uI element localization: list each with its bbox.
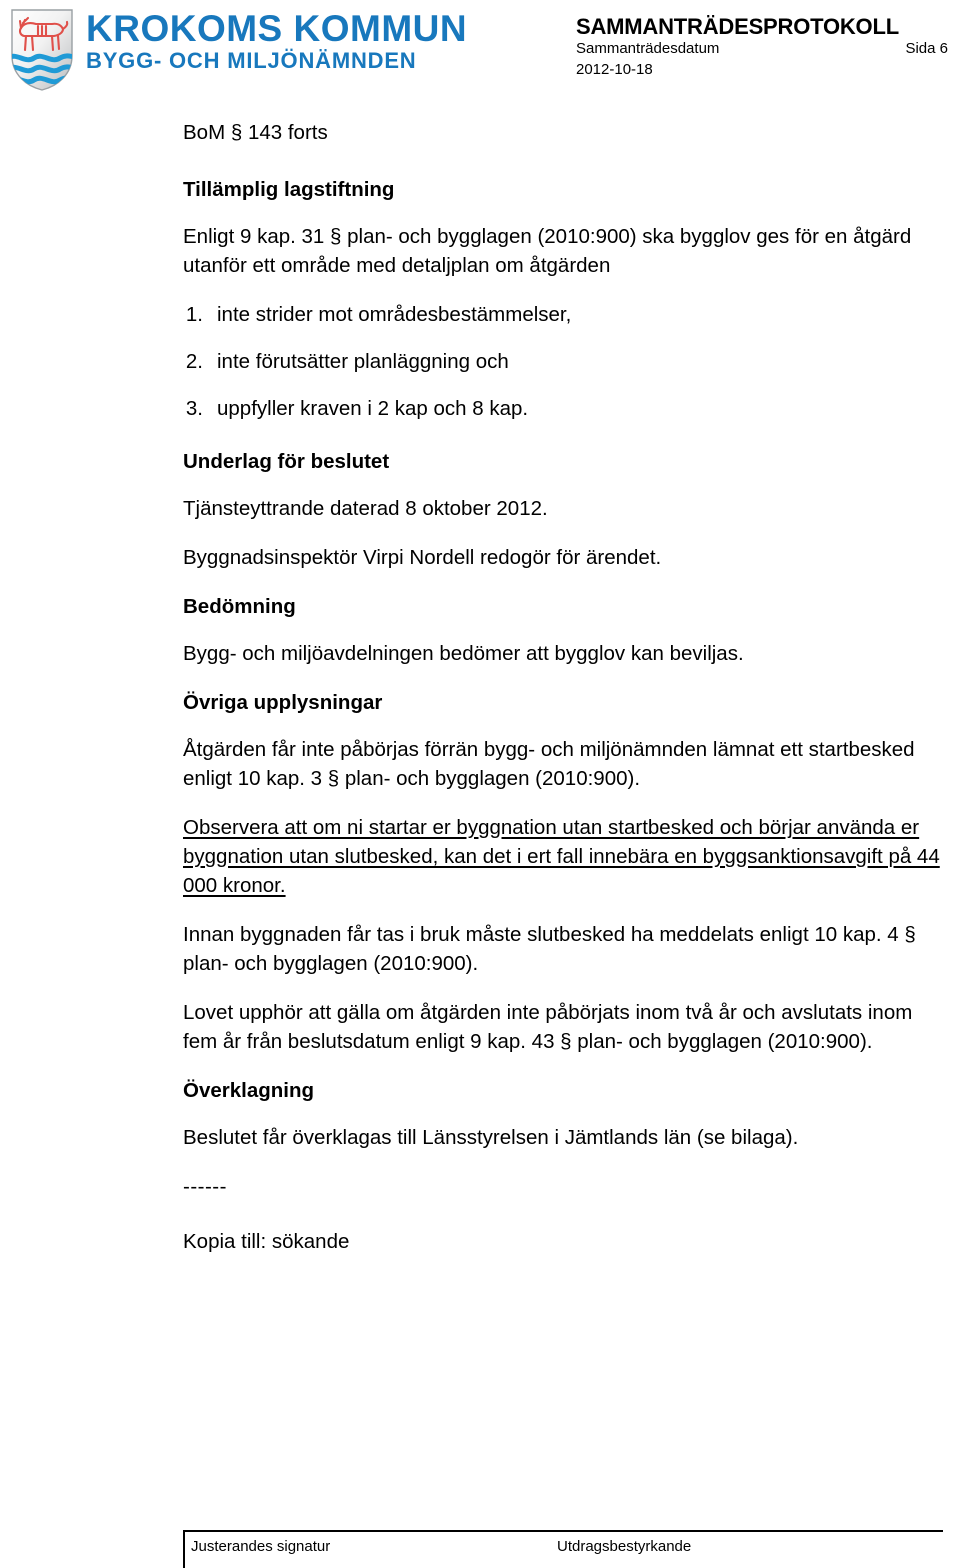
paragraph-permit-expiry: Lovet upphör att gälla om åtgärden inte … xyxy=(183,1001,913,1053)
logo-committee-name: BYGG- OCH MILJÖNÄMNDEN xyxy=(86,48,417,73)
meeting-date-value: 2012-10-18 xyxy=(576,60,653,78)
paragraph-sanction-warning: Observera att om ni startar er byggnatio… xyxy=(183,816,940,897)
footer-row: Justerandes signatur Utdragsbestyrkande xyxy=(185,1532,943,1556)
list-item-text: inte förutsätter planläggning och xyxy=(217,350,509,373)
copy-recipients: Kopia till: sökande xyxy=(183,1230,350,1253)
meeting-date-label: Sammanträdesdatum xyxy=(576,40,720,58)
list-item: 3. uppfyller kraven i 2 kap och 8 kap. xyxy=(183,394,943,423)
footer-signature-label: Justerandes signatur xyxy=(191,1538,331,1555)
list-item: 2. inte förutsätter planläggning och xyxy=(183,347,943,376)
meeting-meta-row: Sammanträdesdatum Sida 6 xyxy=(576,39,948,59)
page-number-label: Sida 6 xyxy=(905,40,948,58)
logo-municipality-name: KROKOMS KOMMUN xyxy=(86,8,468,49)
case-identifier: BoM § 143 forts xyxy=(183,121,328,144)
list-item-number: 2. xyxy=(185,350,203,373)
protocol-body: BoM § 143 forts Tillämplig lagstiftning … xyxy=(183,118,943,1282)
heading-other-information: Övriga upplysningar xyxy=(183,691,383,714)
paragraph-basis-statement: Tjänsteyttrande daterad 8 oktober 2012. xyxy=(183,497,548,520)
paragraph-appeal: Beslutet får överklagas till Länsstyrels… xyxy=(183,1126,799,1149)
section-separator: ------ xyxy=(183,1175,227,1198)
paragraph-legislation-intro: Enligt 9 kap. 31 § plan- och bygglagen (… xyxy=(183,225,912,277)
heading-appeal: Överklagning xyxy=(183,1079,315,1102)
krokoms-coat-of-arms-icon xyxy=(11,9,73,91)
paragraph-basis-inspector: Byggnadsinspektör Virpi Nordell redogör … xyxy=(183,546,662,569)
paragraph-assessment: Bygg- och miljöavdelningen bedömer att b… xyxy=(183,642,744,665)
list-item: 1. inte strider mot områdesbestämmelser, xyxy=(183,300,943,329)
page-header: KROKOMS KOMMUN BYGG- OCH MILJÖNÄMNDEN SA… xyxy=(0,0,960,100)
header-meta: SAMMANTRÄDESPROTOKOLL Sammanträdesdatum … xyxy=(576,14,948,80)
logo-wordmark: KROKOMS KOMMUN BYGG- OCH MILJÖNÄMNDEN xyxy=(86,10,467,72)
heading-assessment: Bedömning xyxy=(183,595,296,618)
list-item-number: 1. xyxy=(185,303,203,326)
list-item-text: uppfyller kraven i 2 kap och 8 kap. xyxy=(217,397,529,420)
heading-applicable-legislation: Tillämplig lagstiftning xyxy=(183,178,395,201)
legislation-conditions-list: 1. inte strider mot områdesbestämmelser,… xyxy=(183,300,943,423)
list-item-text: inte strider mot områdesbestämmelser, xyxy=(217,303,572,326)
heading-decision-basis: Underlag för beslutet xyxy=(183,450,390,473)
list-item-number: 3. xyxy=(185,397,203,420)
paragraph-start-notice: Åtgärden får inte påbörjas förrän bygg- … xyxy=(183,738,915,790)
document-type-title: SAMMANTRÄDESPROTOKOLL xyxy=(576,14,899,39)
organization-logo: KROKOMS KOMMUN BYGG- OCH MILJÖNÄMNDEN xyxy=(8,6,467,94)
page-footer: Justerandes signatur Utdragsbestyrkande xyxy=(183,1530,943,1568)
footer-certification-label: Utdragsbestyrkande xyxy=(557,1538,692,1555)
paragraph-final-notice: Innan byggnaden får tas i bruk måste slu… xyxy=(183,923,916,975)
